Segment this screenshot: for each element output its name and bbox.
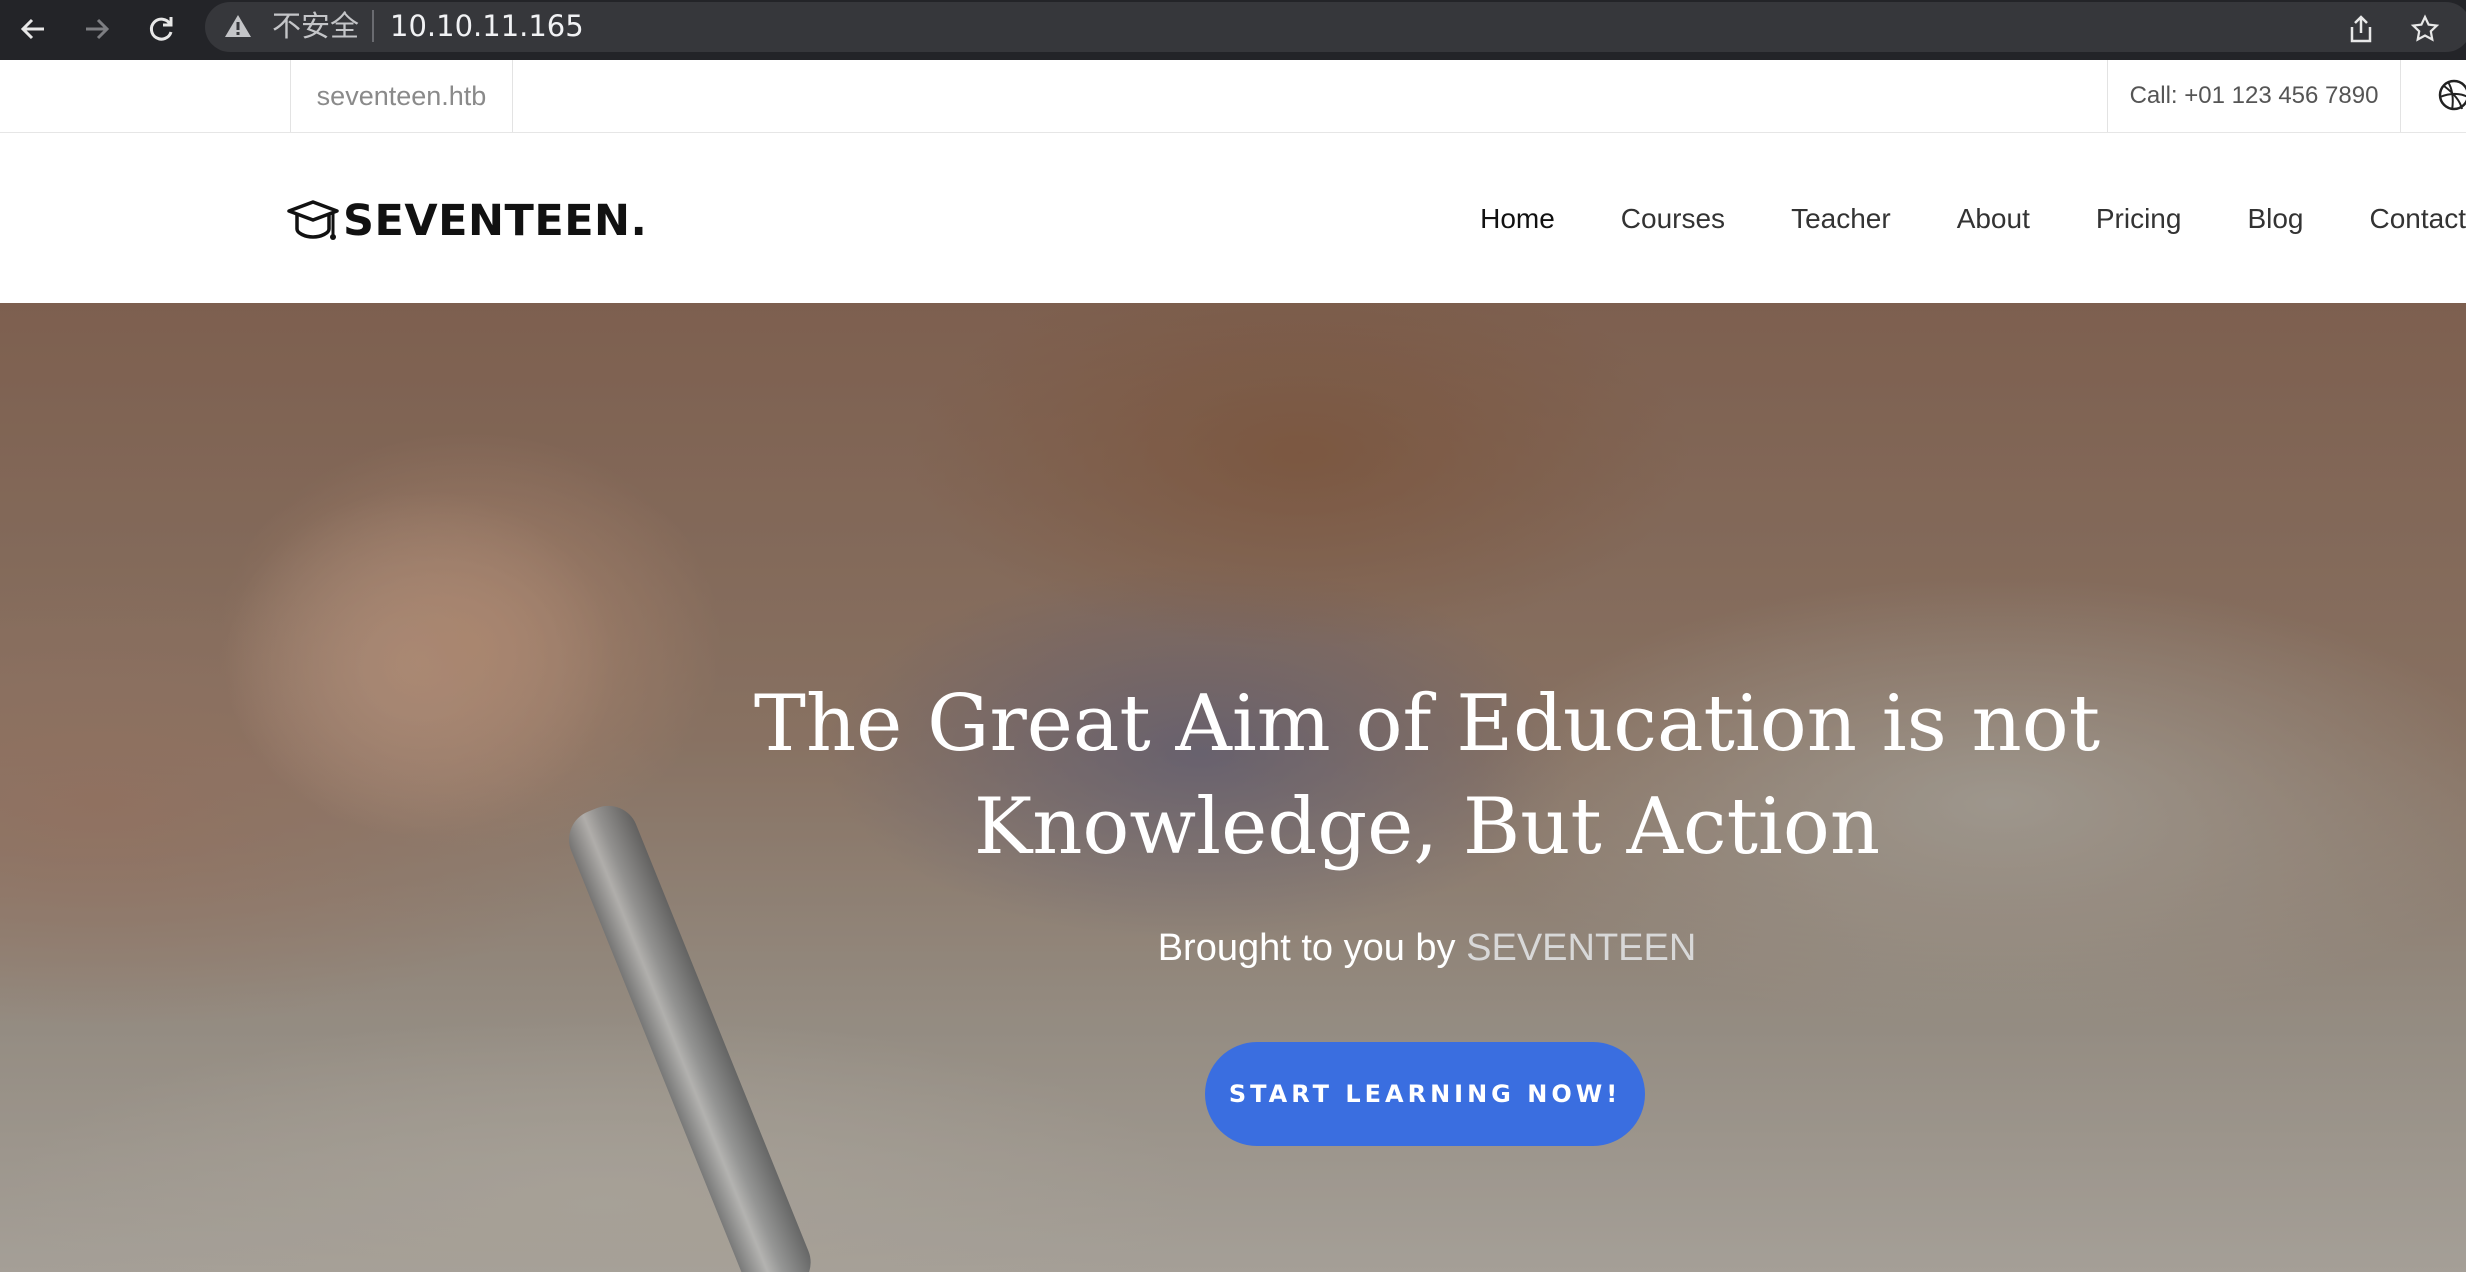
site-logo[interactable]: SEVENTEEN. <box>287 193 647 249</box>
call-number: Call: +01 123 456 7890 <box>2107 60 2401 132</box>
reload-button[interactable] <box>136 6 186 52</box>
star-icon <box>2410 14 2440 42</box>
logo-text: SEVENTEEN. <box>343 196 648 246</box>
dribbble-icon[interactable] <box>2436 77 2466 113</box>
share-icon <box>2350 15 2372 43</box>
url-text[interactable]: 10.10.11.165 <box>390 6 584 46</box>
forward-button[interactable] <box>72 6 122 52</box>
hero-title-line-2: Knowledge, But Action <box>973 782 1881 872</box>
hero-subtitle: Brought to you by SEVENTEEN <box>700 927 2154 970</box>
graduation-cap-icon <box>287 200 339 240</box>
nav-item-teacher[interactable]: Teacher <box>1791 199 1891 239</box>
nav-item-home[interactable]: Home <box>1480 199 1555 239</box>
nav-item-about[interactable]: About <box>1957 199 2030 239</box>
warning-icon <box>225 15 251 37</box>
share-button[interactable] <box>2336 6 2386 52</box>
hero-subtitle-brand[interactable]: SEVENTEEN <box>1466 927 1696 969</box>
top-info-bar: seventeen.htb Call: +01 123 456 7890 <box>0 60 2466 133</box>
nav-item-pricing[interactable]: Pricing <box>2096 199 2182 239</box>
hero-title-line-1: The Great Aim of Education is not <box>753 679 2101 769</box>
address-divider <box>372 10 374 42</box>
hero-section: The Great Aim of Education is not Knowle… <box>0 303 2466 1272</box>
nav-item-contact[interactable]: Contact <box>2370 199 2466 239</box>
bookmark-button[interactable] <box>2400 6 2450 52</box>
security-status[interactable]: 不安全 <box>272 6 359 46</box>
start-learning-button[interactable]: START LEARNING NOW! <box>1205 1042 1645 1146</box>
nav-menu: Home Courses Teacher About Pricing Blog … <box>1414 199 2466 239</box>
hero-subtitle-prefix: Brought to you by <box>1157 927 1456 969</box>
nav-item-blog[interactable]: Blog <box>2247 199 2303 239</box>
arrow-left-icon <box>20 18 44 40</box>
reload-icon <box>149 17 173 41</box>
nav-item-courses[interactable]: Courses <box>1621 199 1725 239</box>
main-navbar: SEVENTEEN. Home Courses Teacher About Pr… <box>0 133 2466 303</box>
browser-toolbar: 不安全 10.10.11.165 <box>0 0 2466 60</box>
site-domain: seventeen.htb <box>290 60 513 132</box>
arrow-right-icon <box>86 18 110 40</box>
back-button[interactable] <box>8 6 58 52</box>
hero-title: The Great Aim of Education is not Knowle… <box>700 673 2154 879</box>
